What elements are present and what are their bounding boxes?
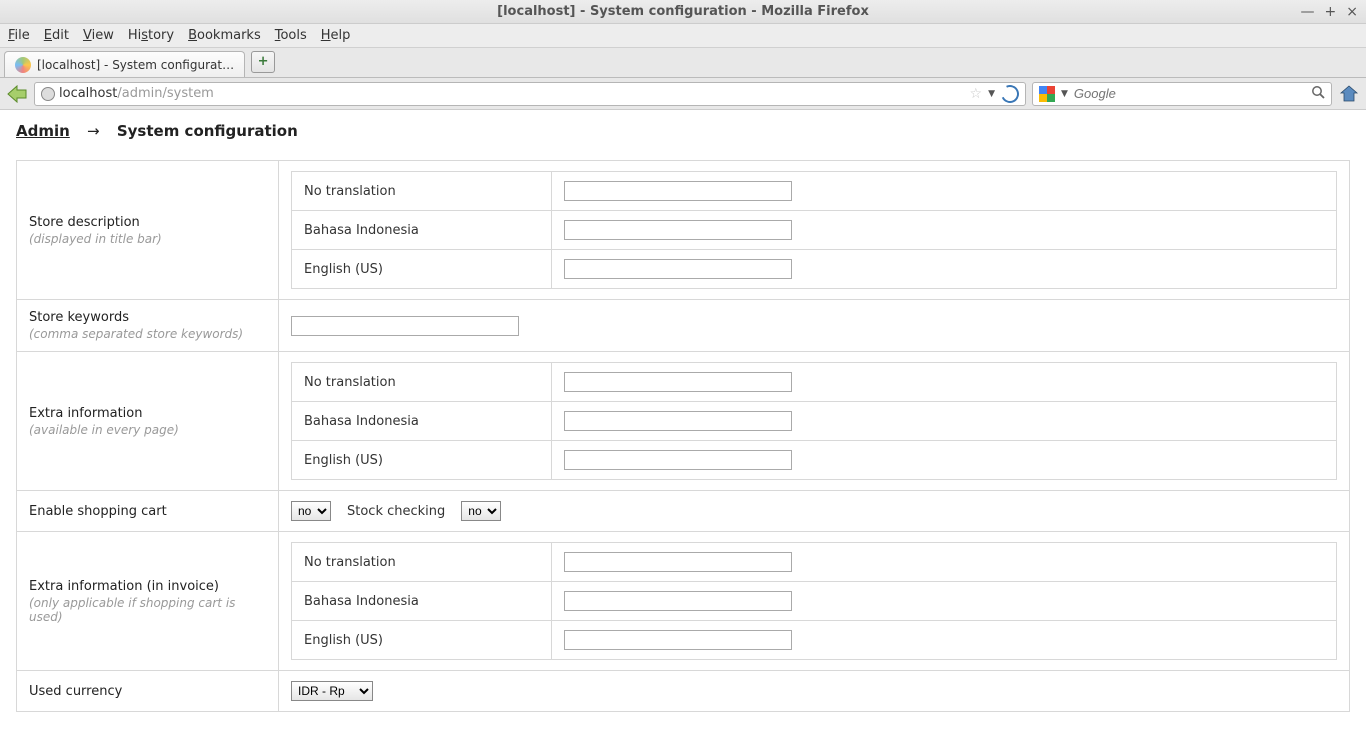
hint-extra-info: (available in every page) [29,423,266,437]
config-table: Store description (displayed in title ba… [16,160,1350,712]
search-engine-dropdown-icon[interactable]: ▼ [1061,89,1068,99]
stock-checking-select[interactable]: no [461,501,501,521]
window-close-icon[interactable]: × [1346,4,1358,20]
extra-invoice-en-input[interactable] [564,630,792,650]
label-extra-info: Extra information [29,406,142,421]
window-titlebar: [localhost] - System configuration - Moz… [0,0,1366,24]
menu-history[interactable]: History [128,28,174,43]
window-title: [localhost] - System configuration - Moz… [497,4,869,19]
label-stock-checking: Stock checking [347,504,445,519]
lang-label: Bahasa Indonesia [292,582,552,621]
menu-view[interactable]: View [83,28,114,43]
lang-label: English (US) [292,441,552,480]
breadcrumb-admin-link[interactable]: Admin [16,122,70,140]
row-currency: Used currency IDR - Rp [17,671,1350,712]
row-store-keywords: Store keywords (comma separated store ke… [17,300,1350,352]
globe-icon [41,87,55,101]
menubar: File Edit View History Bookmarks Tools H… [0,24,1366,48]
store-description-langs: No translation Bahasa Indonesia English … [291,171,1337,289]
search-engine-icon [1039,86,1055,102]
extra-info-langs: No translation Bahasa Indonesia English … [291,362,1337,480]
url-text: localhost/admin/system [59,86,966,101]
hint-store-description: (displayed in title bar) [29,232,266,246]
label-store-description: Store description [29,215,140,230]
label-shopping-cart: Enable shopping cart [29,504,167,519]
tab-label: [localhost] - System configurat… [37,58,234,72]
lang-label: English (US) [292,621,552,660]
hint-extra-invoice: (only applicable if shopping cart is use… [29,596,266,624]
url-dropdown-icon[interactable]: ▼ [988,89,995,99]
tab-active[interactable]: [localhost] - System configurat… [4,51,245,77]
tabbar: [localhost] - System configurat… + [0,48,1366,78]
row-extra-info: Extra information (available in every pa… [17,352,1350,491]
enable-shopping-cart-select[interactable]: no [291,501,331,521]
menu-help[interactable]: Help [321,28,351,43]
label-currency: Used currency [29,684,122,699]
reload-icon[interactable] [998,82,1021,105]
url-bar[interactable]: localhost/admin/system ☆ ▼ [34,82,1026,106]
lang-label: Bahasa Indonesia [292,402,552,441]
label-extra-invoice: Extra information (in invoice) [29,579,219,594]
label-store-keywords: Store keywords [29,310,129,325]
window-minimize-icon[interactable]: — [1301,4,1315,20]
row-store-description: Store description (displayed in title ba… [17,161,1350,300]
row-extra-invoice: Extra information (in invoice) (only app… [17,532,1350,671]
home-icon[interactable] [1338,83,1360,105]
menu-bookmarks[interactable]: Bookmarks [188,28,261,43]
extra-info-id-input[interactable] [564,411,792,431]
search-icon[interactable] [1311,85,1325,103]
tab-favicon-icon [15,57,31,73]
extra-invoice-no-translation-input[interactable] [564,552,792,572]
currency-select[interactable]: IDR - Rp [291,681,373,701]
breadcrumb-arrow-icon: → [87,122,100,140]
hint-store-keywords: (comma separated store keywords) [29,327,266,341]
store-description-en-input[interactable] [564,259,792,279]
store-description-no-translation-input[interactable] [564,181,792,201]
extra-invoice-id-input[interactable] [564,591,792,611]
extra-info-en-input[interactable] [564,450,792,470]
breadcrumb: Admin → System configuration [16,122,1350,140]
store-description-id-input[interactable] [564,220,792,240]
lang-label: No translation [292,543,552,582]
menu-tools[interactable]: Tools [275,28,307,43]
page-viewport[interactable]: Admin → System configuration Store descr… [0,110,1366,744]
row-shopping-cart: Enable shopping cart no Stock checking n… [17,491,1350,532]
search-bar[interactable]: ▼ [1032,82,1332,106]
nav-back-button[interactable] [6,84,28,104]
lang-label: English (US) [292,250,552,289]
window-controls: — + × [1301,4,1358,20]
navbar: localhost/admin/system ☆ ▼ ▼ [0,78,1366,110]
lang-label: No translation [292,363,552,402]
bookmark-star-icon[interactable]: ☆ [970,86,983,102]
extra-invoice-langs: No translation Bahasa Indonesia English … [291,542,1337,660]
lang-label: Bahasa Indonesia [292,211,552,250]
store-keywords-input[interactable] [291,316,519,336]
window-maximize-icon[interactable]: + [1325,4,1337,20]
page-title: System configuration [117,122,298,140]
tab-add-button[interactable]: + [251,51,275,73]
menu-edit[interactable]: Edit [44,28,69,43]
menu-file[interactable]: File [8,28,30,43]
lang-label: No translation [292,172,552,211]
extra-info-no-translation-input[interactable] [564,372,792,392]
search-input[interactable] [1074,86,1305,101]
